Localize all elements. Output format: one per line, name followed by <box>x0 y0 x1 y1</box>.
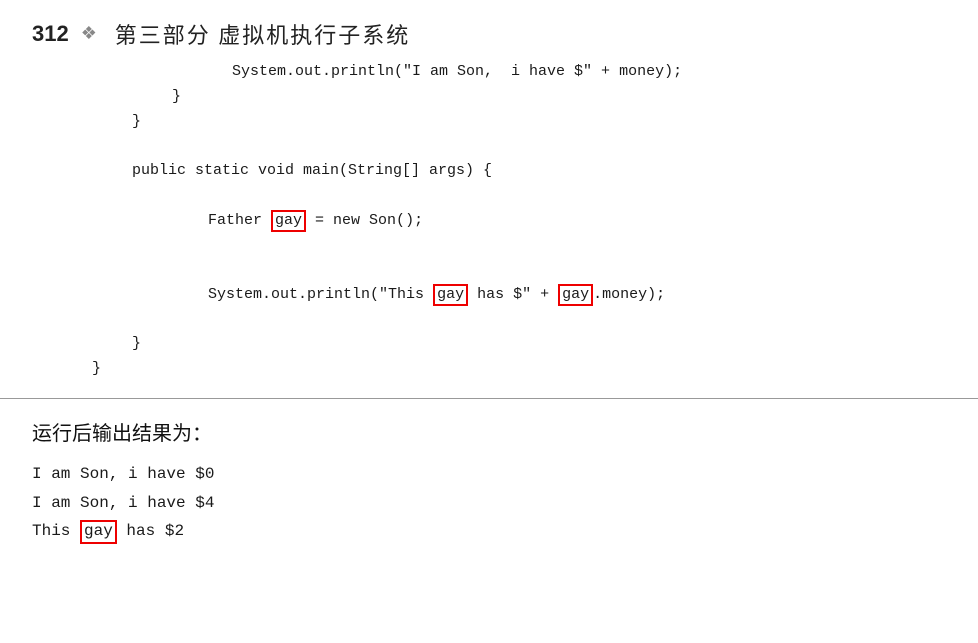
output-line-1: I am Son, i have $0 <box>32 460 946 489</box>
code-line-8: } <box>32 332 946 357</box>
output-lines: I am Son, i have $0 I am Son, i have $4 … <box>32 460 946 546</box>
code-line-3: } <box>32 110 946 135</box>
code-line-2: } <box>32 85 946 110</box>
code-line-7: System.out.println("This gay has $" + ga… <box>32 258 946 332</box>
var-gay-output: gay <box>80 520 117 543</box>
page-header: 312 ❖ 第三部分 虚拟机执行子系统 <box>0 0 978 60</box>
code-line-1: System.out.println("I am Son, i have $" … <box>32 60 946 85</box>
var-gay-1: gay <box>271 210 306 232</box>
code-line-6: Father gay = new Son(); <box>32 184 946 258</box>
code-line-5: public static void main(String[] args) { <box>32 159 946 184</box>
page-title: 第三部分 虚拟机执行子系统 <box>115 18 411 50</box>
output-heading: 运行后输出结果为： <box>32 417 946 446</box>
code-text: .money); <box>593 286 665 303</box>
diamond-icon: ❖ <box>81 23 103 45</box>
var-gay-3: gay <box>558 284 593 306</box>
var-gay-2: gay <box>433 284 468 306</box>
code-section: System.out.println("I am Son, i have $" … <box>0 60 978 382</box>
code-line-blank <box>32 134 946 159</box>
code-line-9: } <box>32 357 946 382</box>
code-text: has $" + <box>468 286 558 303</box>
code-text: System.out.println("This <box>208 286 433 303</box>
output-line-3: This gay has $2 <box>32 517 946 546</box>
output-line-2: I am Son, i have $4 <box>32 489 946 518</box>
code-text: = new Son(); <box>306 212 423 229</box>
code-text: Father <box>208 212 271 229</box>
output-section: 运行后输出结果为： I am Son, i have $0 I am Son, … <box>0 399 978 566</box>
page-number: 312 <box>32 21 69 47</box>
